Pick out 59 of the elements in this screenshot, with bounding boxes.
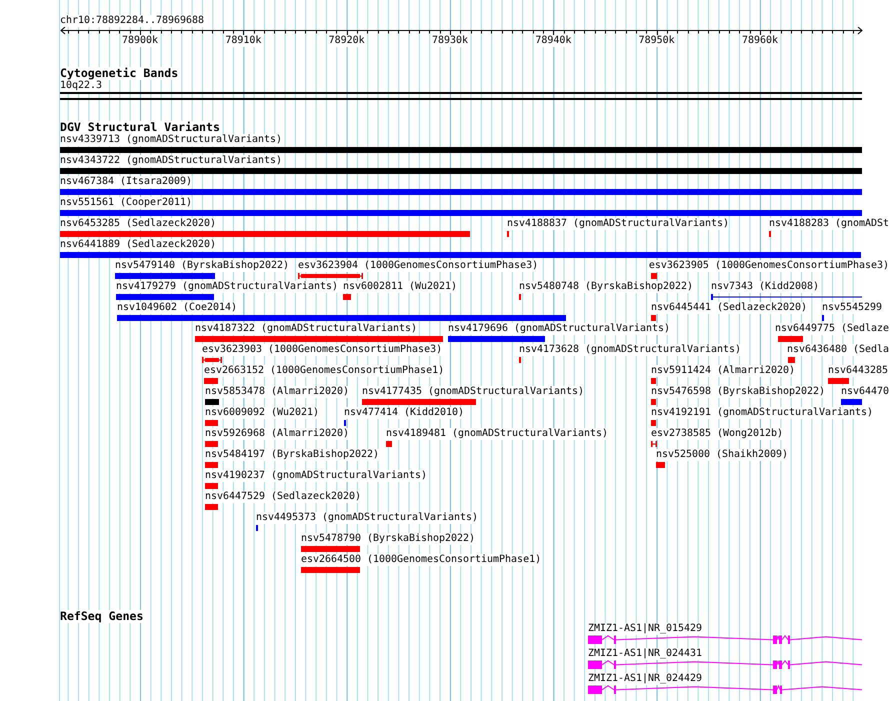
- variant-label: esv2738585 (Wong2012b): [651, 428, 784, 440]
- variant-label: nsv5911424 (Almarri2020): [651, 365, 796, 377]
- variant-label: nsv4189481 (gnomADStructuralVariants): [386, 428, 608, 440]
- variant-label: nsv4188837 (gnomADStructuralVariants): [507, 218, 730, 230]
- variant-label: nsv4179279 (gnomADStructuralVariants): [116, 281, 338, 293]
- variant-label: nsv6449775 (Sedlaze: [774, 323, 889, 335]
- variant-label: nsv6447529 (Sedlazeck2020): [205, 491, 362, 503]
- variant-label: nsv4339713 (gnomADStructuralVariants): [60, 134, 282, 146]
- variant-label: nsv4177435 (gnomADStructuralVariants): [362, 386, 584, 398]
- variant-label: nsv5480748 (ByrskaBishop2022): [519, 281, 694, 293]
- track-title: RefSeq Genes: [60, 610, 144, 623]
- track-title: DGV Structural Variants: [60, 121, 220, 134]
- variant-label: nsv551561 (Cooper2011): [60, 197, 192, 209]
- variant-label: nsv6443285: [828, 365, 888, 377]
- variant-label: esv3623904 (1000GenomesConsortiumPhase3): [298, 260, 538, 272]
- gene-label: ZMIZ1-AS1|NR_015429: [588, 623, 702, 635]
- variant-label: nsv6445441 (Sedlazeck2020): [651, 302, 808, 314]
- variant-label: nsv6436480 (Sedla: [786, 344, 889, 356]
- variant-label: nsv4188283 (gnomADSt: [768, 218, 889, 230]
- variant-label: nsv4190237 (gnomADStructuralVariants): [205, 470, 428, 482]
- ruler-tick-label: 78930k: [432, 35, 468, 47]
- ruler-tick-label: 78920k: [328, 35, 365, 47]
- variant-label: nsv6002811 (Wu2021): [343, 281, 458, 293]
- variant-label: nsv6441889 (Sedlazeck2020): [60, 239, 216, 251]
- variant-label: nsv477414 (Kidd2010): [344, 407, 464, 419]
- cytoband-label: 10q22.3: [60, 80, 102, 92]
- variant-label: nsv4173628 (gnomADStructuralVariants): [519, 344, 742, 356]
- variant-label: esv2663152 (1000GenomesConsortiumPhase1): [204, 365, 444, 377]
- ruler-tick-label: 78960k: [742, 35, 778, 47]
- variant-label: nsv6453285 (Sedlazeck2020): [60, 218, 216, 230]
- variant-label: nsv5545299: [822, 302, 882, 314]
- variant-label: nsv4187322 (gnomADStructuralVariants): [195, 323, 418, 335]
- variant-label: nsv4495373 (gnomADStructuralVariants): [256, 512, 478, 524]
- ruler-tick-label: 78910k: [225, 35, 262, 47]
- variant-label: esv3623903 (1000GenomesConsortiumPhase3): [202, 344, 442, 356]
- gene-label: ZMIZ1-AS1|NR_024431: [588, 648, 702, 660]
- variant-label: nsv5476598 (ByrskaBishop2022): [651, 386, 826, 398]
- variant-label: nsv467384 (Itsara2009): [60, 176, 192, 188]
- ruler-tick-label: 78900k: [122, 35, 158, 47]
- location-label: chr10:78892284..78969688: [60, 15, 204, 27]
- variant-label: nsv1049602 (Coe2014): [117, 302, 238, 314]
- gene-label: ZMIZ1-AS1|NR_024429: [588, 673, 702, 685]
- variant-label: nsv4192191 (gnomADStructuralVariants): [651, 407, 874, 419]
- ruler-tick-label: 78950k: [638, 35, 675, 47]
- variant-label: esv3623905 (1000GenomesConsortiumPhase3): [648, 260, 889, 272]
- variant-label: nsv6009092 (Wu2021): [205, 407, 320, 419]
- ruler-tick-label: 78940k: [535, 35, 572, 47]
- variant-label: nsv5926968 (Almarri2020): [205, 428, 350, 440]
- variant-label: esv2664500 (1000GenomesConsortiumPhase1): [301, 554, 542, 566]
- variant-label: nsv64470: [840, 386, 889, 398]
- variant-label: nsv5478790 (ByrskaBishop2022): [301, 533, 476, 545]
- variant-label: nsv5484197 (ByrskaBishop2022): [205, 449, 380, 461]
- track-title: Cytogenetic Bands: [60, 67, 178, 80]
- variant-label: nsv4179696 (gnomADStructuralVariants): [448, 323, 670, 335]
- variant-label: nsv5479140 (ByrskaBishop2022): [115, 260, 290, 272]
- variant-label: nsv525000 (Shaikh2009): [656, 449, 788, 461]
- variant-label: nsv7343 (Kidd2008): [711, 281, 820, 293]
- variant-label: nsv5853478 (Almarri2020): [205, 386, 350, 398]
- variant-label: nsv4343722 (gnomADStructuralVariants): [60, 155, 282, 167]
